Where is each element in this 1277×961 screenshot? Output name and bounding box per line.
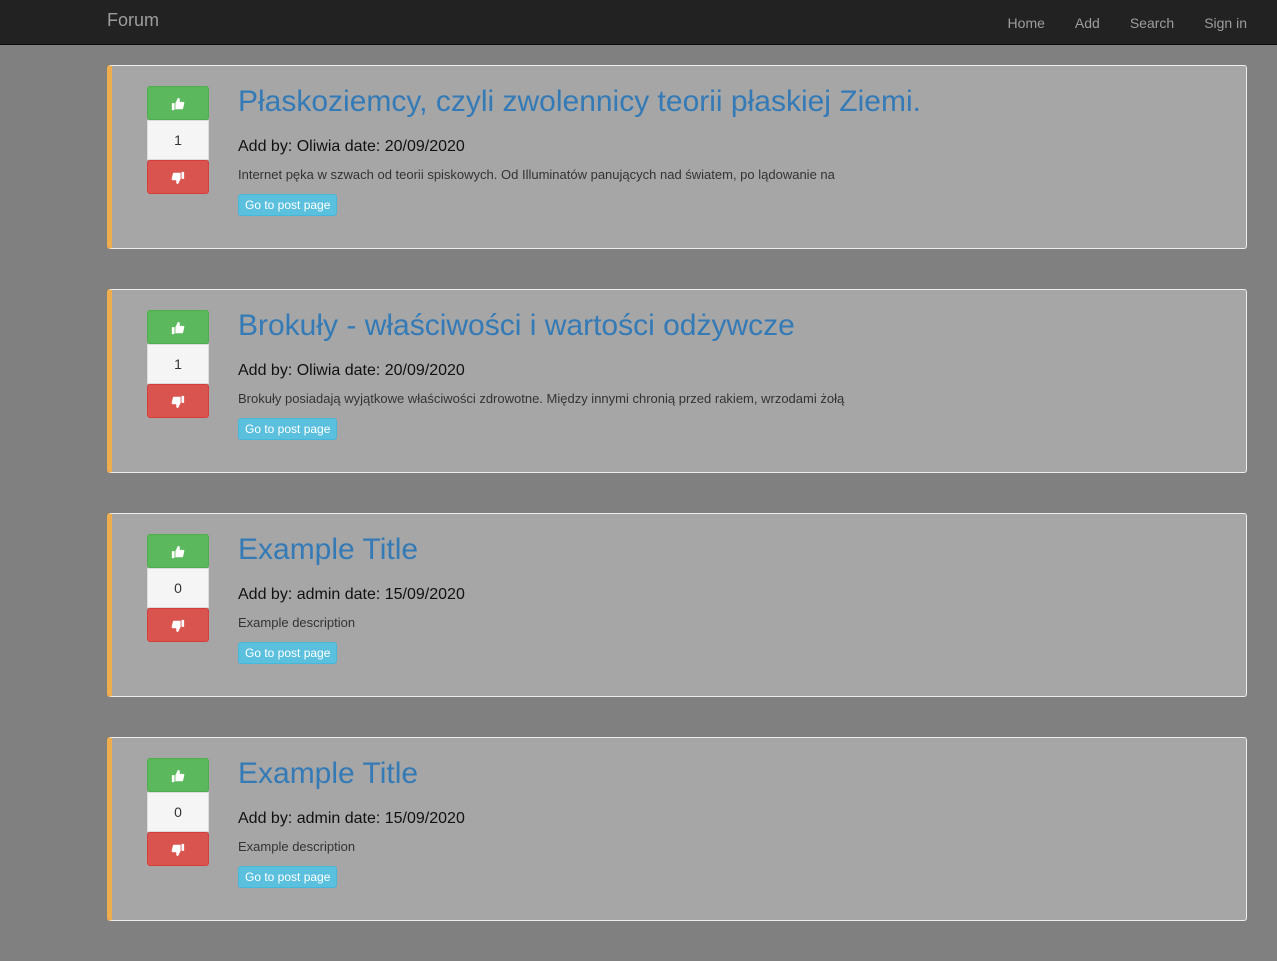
post-card: 0 Example Title Add by: admin date: 15/0…: [107, 737, 1247, 921]
post-description: Example description: [238, 839, 356, 854]
go-to-post-button[interactable]: Go to post page: [238, 866, 338, 888]
post-meta: Add by: admin date: 15/09/2020: [238, 810, 465, 827]
post-description: Example description: [238, 615, 356, 630]
post-content: Example Title Add by: admin date: 15/09/…: [238, 756, 1226, 888]
post-list: 1 Płaskoziemcy, czyli zwolennicy teorii …: [107, 65, 1247, 961]
thumbs-down-icon: [171, 844, 185, 857]
vote-count: 0: [147, 792, 209, 832]
post-card: 1 Płaskoziemcy, czyli zwolennicy teorii …: [107, 65, 1247, 249]
post-content: Brokuły - właściwości i wartości odżywcz…: [238, 308, 1226, 440]
thumbs-down-icon: [171, 172, 185, 185]
thumbs-down-icon: [171, 396, 185, 409]
upvote-button[interactable]: [147, 758, 209, 792]
upvote-button[interactable]: [147, 310, 209, 344]
post-title-link[interactable]: Płaskoziemcy, czyli zwolennicy teorii pł…: [238, 84, 1226, 120]
downvote-button[interactable]: [147, 832, 209, 866]
thumbs-down-icon: [171, 620, 185, 633]
post-meta: Add by: admin date: 15/09/2020: [238, 586, 465, 603]
post-content: Example Title Add by: admin date: 15/09/…: [238, 532, 1226, 664]
go-to-post-button[interactable]: Go to post page: [238, 418, 338, 440]
nav-home-link[interactable]: Home: [1008, 13, 1045, 33]
go-to-post-button[interactable]: Go to post page: [238, 642, 338, 664]
vote-panel: 0: [147, 758, 209, 866]
post-description: Internet pęka w szwach od teorii spiskow…: [238, 167, 835, 182]
post-description: Brokuły posiadają wyjątkowe właściwości …: [238, 391, 845, 406]
thumbs-up-icon: [171, 546, 185, 559]
vote-count: 1: [147, 344, 209, 384]
nav-add-link[interactable]: Add: [1075, 13, 1100, 33]
top-navbar: Forum Home Add Search Sign in: [0, 0, 1277, 45]
vote-panel: 0: [147, 534, 209, 642]
post-card: 1 Brokuły - właściwości i wartości odżyw…: [107, 289, 1247, 473]
go-to-post-button[interactable]: Go to post page: [238, 194, 338, 216]
post-content: Płaskoziemcy, czyli zwolennicy teorii pł…: [238, 84, 1226, 216]
nav-sign-in-link[interactable]: Sign in: [1204, 13, 1247, 33]
brand-link[interactable]: Forum: [107, 10, 159, 30]
nav-search-link[interactable]: Search: [1130, 13, 1174, 33]
vote-count: 1: [147, 120, 209, 160]
downvote-button[interactable]: [147, 608, 209, 642]
vote-panel: 1: [147, 310, 209, 418]
downvote-button[interactable]: [147, 160, 209, 194]
thumbs-up-icon: [171, 98, 185, 111]
vote-panel: 1: [147, 86, 209, 194]
vote-count: 0: [147, 568, 209, 608]
post-title-link[interactable]: Example Title: [238, 756, 1226, 792]
upvote-button[interactable]: [147, 534, 209, 568]
thumbs-up-icon: [171, 322, 185, 335]
post-meta: Add by: Oliwia date: 20/09/2020: [238, 362, 465, 379]
downvote-button[interactable]: [147, 384, 209, 418]
post-title-link[interactable]: Example Title: [238, 532, 1226, 568]
nav-links: Home Add Search Sign in: [978, 0, 1247, 45]
post-card: 0 Example Title Add by: admin date: 15/0…: [107, 513, 1247, 697]
thumbs-up-icon: [171, 770, 185, 783]
post-title-link[interactable]: Brokuły - właściwości i wartości odżywcz…: [238, 308, 1226, 344]
upvote-button[interactable]: [147, 86, 209, 120]
post-meta: Add by: Oliwia date: 20/09/2020: [238, 138, 465, 155]
